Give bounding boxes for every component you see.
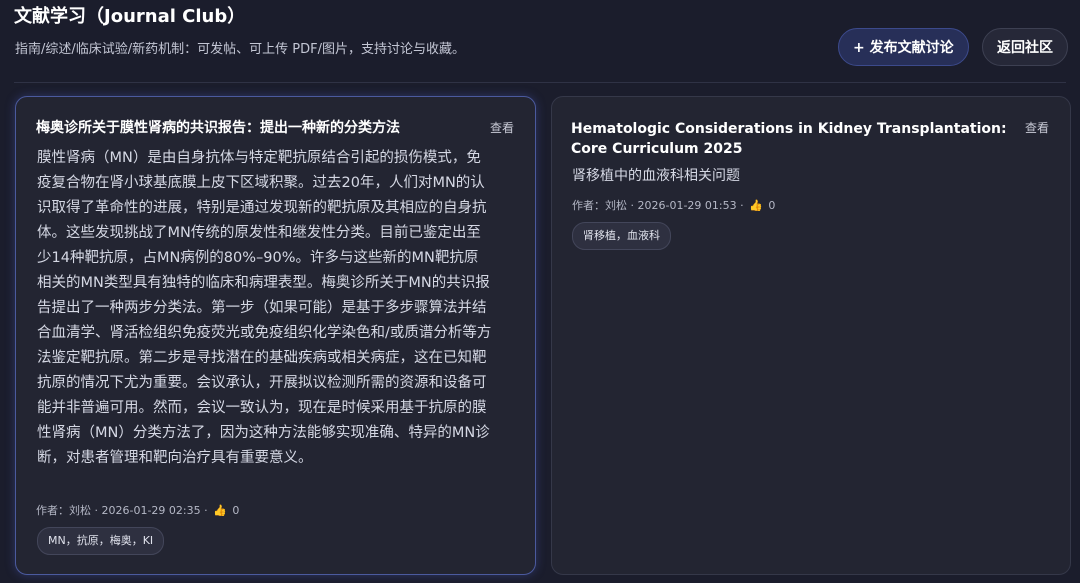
post-title[interactable]: 梅奥诊所关于膜性肾病的共识报告：提出一种新的分类方法 <box>36 118 456 138</box>
thumbs-up-icon: 👍 <box>213 504 227 517</box>
post-tag[interactable]: MN，抗原，梅奥，KI <box>37 527 165 555</box>
post-card[interactable]: 梅奥诊所关于膜性肾病的共识报告：提出一种新的分类方法 查看 膜性肾病（MN）是由… <box>15 96 536 575</box>
post-tag[interactable]: 肾移植，血液科 <box>572 222 671 250</box>
page-title: 文献学习（Journal Club） <box>14 6 246 27</box>
post-meta: 作者：刘松 · 2026-01-29 01:53 · 👍 0 <box>572 197 775 213</box>
page-subtitle: 指南/综述/临床试验/新药机制：可发帖、可上传 PDF/图片，支持讨论与收藏。 <box>15 42 465 57</box>
view-post-link[interactable]: 查看 <box>490 119 514 136</box>
post-meta: 作者：刘松 · 2026-01-29 02:35 · 👍 0 <box>36 502 239 518</box>
back-to-community-button[interactable]: 返回社区 <box>982 28 1068 66</box>
post-description: 肾移植中的血液科相关问题 <box>572 168 740 184</box>
post-author-date: 作者：刘松 · 2026-01-29 01:53 · <box>572 199 744 212</box>
post-like-count: 0 <box>768 199 776 212</box>
new-post-button[interactable]: + 发布文献讨论 <box>838 28 969 66</box>
post-card[interactable]: Hematologic Considerations in Kidney Tra… <box>551 96 1071 575</box>
thumbs-up-icon: 👍 <box>749 199 763 212</box>
page-header: 文献学习（Journal Club） 指南/综述/临床试验/新药机制：可发帖、可… <box>14 0 1068 83</box>
post-like-count: 0 <box>232 504 240 517</box>
post-body: 膜性肾病（MN）是由自身抗体与特定靶抗原结合引起的损伤模式，免疫复合物在肾小球基… <box>37 150 492 466</box>
post-title[interactable]: Hematologic Considerations in Kidney Tra… <box>571 119 1011 159</box>
view-post-link[interactable]: 查看 <box>1025 119 1049 136</box>
post-author-date: 作者：刘松 · 2026-01-29 02:35 · <box>36 504 208 517</box>
